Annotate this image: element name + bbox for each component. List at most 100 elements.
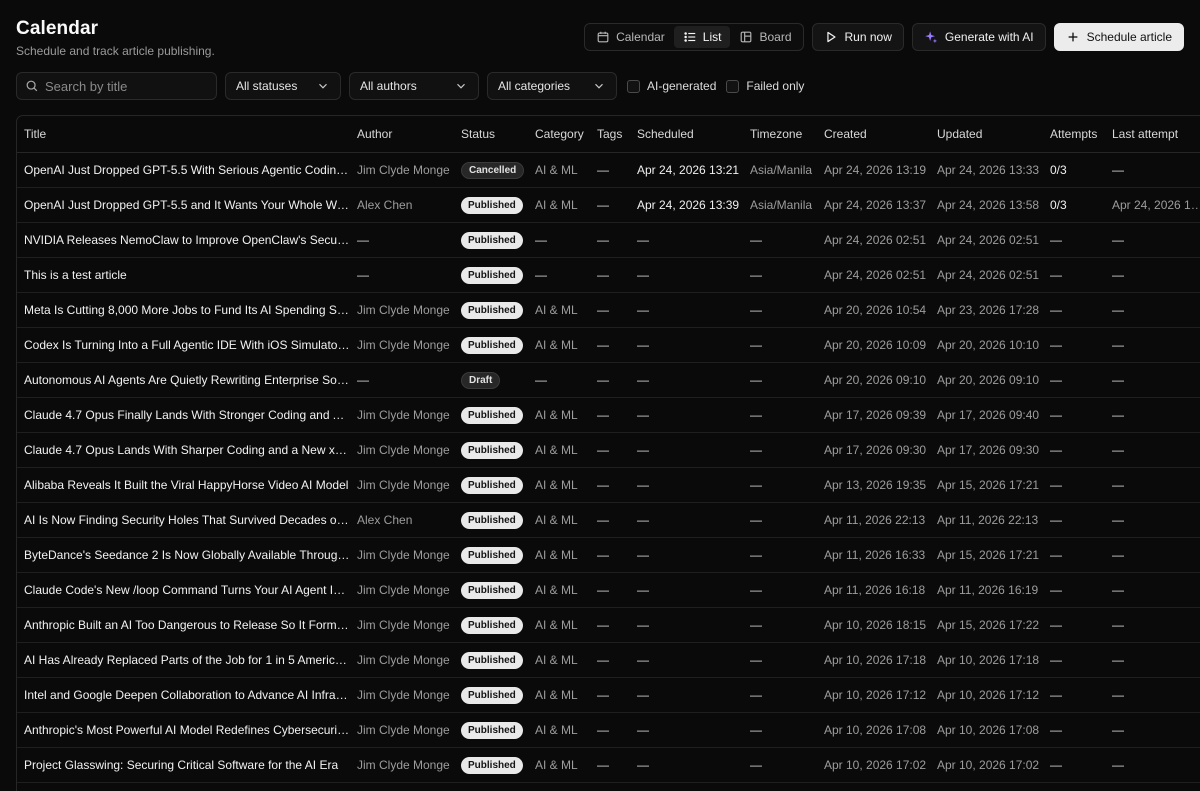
table-row[interactable]: Codex Is Turning Into a Full Agentic IDE… [17, 328, 1200, 363]
table-row[interactable]: NVIDIA Releases NemoClaw to Improve Open… [17, 223, 1200, 258]
cell-category: AI & ML [535, 723, 578, 737]
cell-attempts: — [1050, 268, 1062, 282]
status-badge: Published [461, 686, 523, 704]
cell-attempts: — [1050, 618, 1062, 632]
ai-generated-checkbox-box[interactable] [627, 79, 640, 93]
table-row[interactable]: Autonomous AI Agents Are Quietly Rewriti… [17, 363, 1200, 398]
cell-last-attempt: — [1112, 653, 1124, 667]
table-row[interactable]: OpenAI Just Dropped GPT-5.5 With Serious… [17, 153, 1200, 188]
cell-timezone: — [750, 373, 762, 387]
cell-attempts: 0/3 [1050, 198, 1067, 212]
column-header-author[interactable]: Author [350, 127, 454, 141]
column-header-status[interactable]: Status [454, 127, 528, 141]
cell-updated: Apr 24, 2026 02:51 [937, 268, 1040, 282]
table-row[interactable]: Claude 4.7 Opus Lands With Sharper Codin… [17, 433, 1200, 468]
cell-tags: — [597, 688, 609, 702]
cell-tags: — [597, 513, 609, 527]
cell-updated: Apr 17, 2026 09:40 [937, 408, 1040, 422]
cell-tags: — [597, 163, 609, 177]
run-now-button[interactable]: Run now [811, 23, 904, 51]
cell-status: Draft [454, 371, 528, 389]
column-header-updated[interactable]: Updated [930, 127, 1043, 141]
table-row[interactable]: AI Has Already Replaced Parts of the Job… [17, 643, 1200, 678]
cell-author: Jim Clyde Monge [357, 548, 450, 562]
column-header-scheduled[interactable]: Scheduled [630, 127, 743, 141]
schedule-article-label: Schedule article [1086, 30, 1172, 44]
cell-timezone: — [750, 688, 762, 702]
cell-updated: Apr 15, 2026 17:21 [937, 478, 1040, 492]
cell-created: Apr 10, 2026 17:02 [824, 758, 927, 772]
cell-scheduled: — [637, 338, 649, 352]
table-row[interactable]: Intel and Google Deepen Collaboration to… [17, 678, 1200, 713]
column-header-timezone[interactable]: Timezone [743, 127, 817, 141]
view-list-label: List [702, 30, 722, 44]
cell-created: Apr 24, 2026 13:19 [824, 163, 927, 177]
cell-status: Published [454, 721, 528, 739]
ai-generated-checkbox[interactable]: AI-generated [627, 79, 716, 93]
cell-tags: — [597, 268, 609, 282]
table-row[interactable]: AI Is Now Finding Security Holes That Su… [17, 503, 1200, 538]
cell-timezone: — [750, 513, 762, 527]
cell-last-attempt: — [1112, 513, 1124, 527]
column-header-category[interactable]: Category [528, 127, 590, 141]
cell-author: Jim Clyde Monge [357, 723, 450, 737]
failed-only-checkbox-box[interactable] [726, 79, 740, 93]
status-badge: Published [461, 756, 523, 774]
cell-timezone: — [750, 723, 762, 737]
cell-attempts: — [1050, 408, 1062, 422]
table-row[interactable]: This is a test article — Published — — — — Apr … [17, 258, 1200, 293]
cell-status: Published [454, 476, 528, 494]
column-header-attempts[interactable]: Attempts [1043, 127, 1105, 141]
failed-only-label: Failed only [746, 79, 805, 93]
column-header-created[interactable]: Created [817, 127, 930, 141]
column-header-title[interactable]: Title [17, 127, 350, 141]
search-input[interactable] [45, 78, 208, 94]
status-badge: Draft [461, 371, 501, 389]
cell-title: Claude 4.7 Opus Finally Lands With Stron… [24, 408, 350, 422]
table-row[interactable]: Anthropic Built an AI Too Dangerous to R… [17, 608, 1200, 643]
cell-attempts: — [1050, 583, 1062, 597]
category-filter-select[interactable]: All categories [487, 72, 617, 100]
cell-status: Published [454, 441, 528, 459]
cell-created: Apr 11, 2026 16:18 [824, 583, 926, 597]
chevron-down-icon [592, 79, 606, 93]
cell-timezone: — [750, 583, 762, 597]
author-filter-select[interactable]: All authors [349, 72, 479, 100]
failed-only-checkbox[interactable]: Failed only [726, 79, 804, 93]
generate-with-ai-button[interactable]: Generate with AI [911, 23, 1046, 51]
table-header: Title Author Status Category Tags Schedu… [17, 116, 1200, 153]
table-row[interactable]: ByteDance's Seedance 2 Is Now Globally A… [17, 538, 1200, 573]
cell-last-attempt: — [1112, 163, 1124, 177]
cell-timezone: — [750, 303, 762, 317]
cell-created: Apr 10, 2026 17:12 [824, 688, 927, 702]
cell-tags: — [597, 478, 609, 492]
view-board-button[interactable]: Board [730, 26, 800, 48]
table-row[interactable]: Anthropic's Most Powerful AI Model Redef… [17, 713, 1200, 748]
table-row[interactable]: Claude Code's New /loop Command Turns Yo… [17, 573, 1200, 608]
cell-title: NVIDIA Releases NemoClaw to Improve Open… [24, 233, 350, 247]
cell-timezone: — [750, 408, 762, 422]
status-badge: Published [461, 616, 523, 634]
cell-last-attempt: — [1112, 548, 1124, 562]
table-row[interactable]: OpenAI Just Dropped GPT-5.5 and It Wants… [17, 188, 1200, 223]
cell-category: AI & ML [535, 548, 578, 562]
cell-updated: Apr 10, 2026 17:08 [937, 723, 1040, 737]
column-header-tags[interactable]: Tags [590, 127, 630, 141]
column-header-last-attempt[interactable]: Last attempt [1105, 127, 1200, 141]
schedule-article-button[interactable]: Schedule article [1053, 23, 1184, 51]
status-filter-select[interactable]: All statuses [225, 72, 341, 100]
cell-last-attempt: — [1112, 303, 1124, 317]
calendar-icon [596, 30, 610, 44]
table-row[interactable]: Claude 4.7 Opus Finally Lands With Stron… [17, 398, 1200, 433]
cell-title: OpenAI Just Dropped GPT-5.5 and It Wants… [24, 198, 350, 212]
view-calendar-button[interactable]: Calendar [587, 26, 674, 48]
cell-tags: — [597, 443, 609, 457]
table-row[interactable]: Project Glasswing: Securing Critical Sof… [17, 748, 1200, 783]
table-row[interactable]: Meta Is Cutting 8,000 More Jobs to Fund … [17, 293, 1200, 328]
view-list-button[interactable]: List [673, 26, 731, 48]
table-row[interactable]: Alibaba Reveals It Built the Viral Happy… [17, 468, 1200, 503]
view-calendar-label: Calendar [616, 30, 665, 44]
search-icon [25, 79, 39, 93]
cell-title: ByteDance's Seedance 2 Is Now Globally A… [24, 548, 350, 562]
cell-category: — [535, 268, 547, 282]
